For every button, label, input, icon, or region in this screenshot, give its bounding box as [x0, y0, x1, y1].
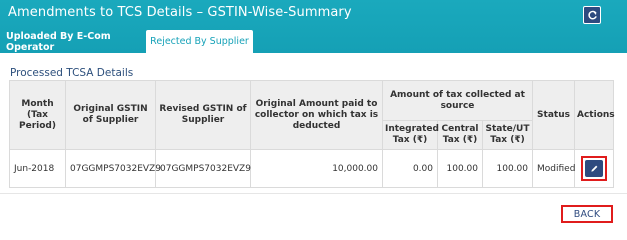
page-title: Amendments to TCS Details – GSTIN-Wise-S…	[8, 5, 352, 20]
column-header-integrated-tax: Integrated Tax (₹)	[382, 120, 439, 150]
back-button[interactable]: BACK	[573, 208, 601, 220]
tab-rejected-by-supplier[interactable]: Rejected By Supplier	[146, 30, 253, 53]
cell-status: Modified	[532, 149, 575, 188]
footer-divider	[0, 193, 627, 194]
column-header-state-ut-tax: State/UT Tax (₹)	[482, 120, 533, 150]
tcsa-details-table: Month (Tax Period) Original GSTIN of Sup…	[9, 80, 615, 188]
column-header-original-gstin: Original GSTIN of Supplier	[65, 80, 156, 150]
column-header-tax-collected-group: Amount of tax collected at source	[382, 80, 533, 121]
cell-state-ut-tax: 100.00	[482, 149, 533, 188]
column-header-central-tax: Central Tax (₹)	[437, 120, 483, 150]
column-header-revised-gstin: Revised GSTIN of Supplier	[155, 80, 251, 150]
column-header-original-amount: Original Amount paid to collector on whi…	[250, 80, 383, 150]
tab-uploaded-by-ecom-operator[interactable]: Uploaded By E-Com Operator	[6, 30, 145, 53]
section-title: Processed TCSA Details	[10, 67, 134, 79]
cell-revised-gstin: 07GGMPS7032EVZ9	[155, 149, 251, 188]
refresh-icon	[587, 10, 597, 19]
page-header: Amendments to TCS Details – GSTIN-Wise-S…	[0, 0, 627, 53]
pencil-icon	[590, 165, 597, 172]
cell-original-amount: 10,000.00	[250, 149, 383, 188]
column-header-actions: Actions	[574, 80, 615, 150]
column-header-month: Month (Tax Period)	[9, 80, 66, 150]
back-button-highlight: BACK	[561, 205, 613, 223]
table-row: Jun-2018 07GGMPS7032EVZ9 07GGMPS7032EVZ9…	[9, 149, 614, 188]
edit-button[interactable]	[585, 160, 603, 177]
column-header-status: Status	[532, 80, 575, 150]
cell-month: Jun-2018	[9, 149, 66, 188]
original-gstin-link[interactable]: 07GGMPS7032EVZ9	[65, 149, 161, 188]
refresh-button[interactable]	[583, 6, 601, 24]
edit-button-highlight	[581, 156, 607, 181]
tab-bar: Uploaded By E-Com Operator Rejected By S…	[0, 30, 627, 53]
cell-integrated-tax: 0.00	[382, 149, 438, 188]
cell-actions	[574, 149, 614, 188]
cell-central-tax: 100.00	[437, 149, 483, 188]
